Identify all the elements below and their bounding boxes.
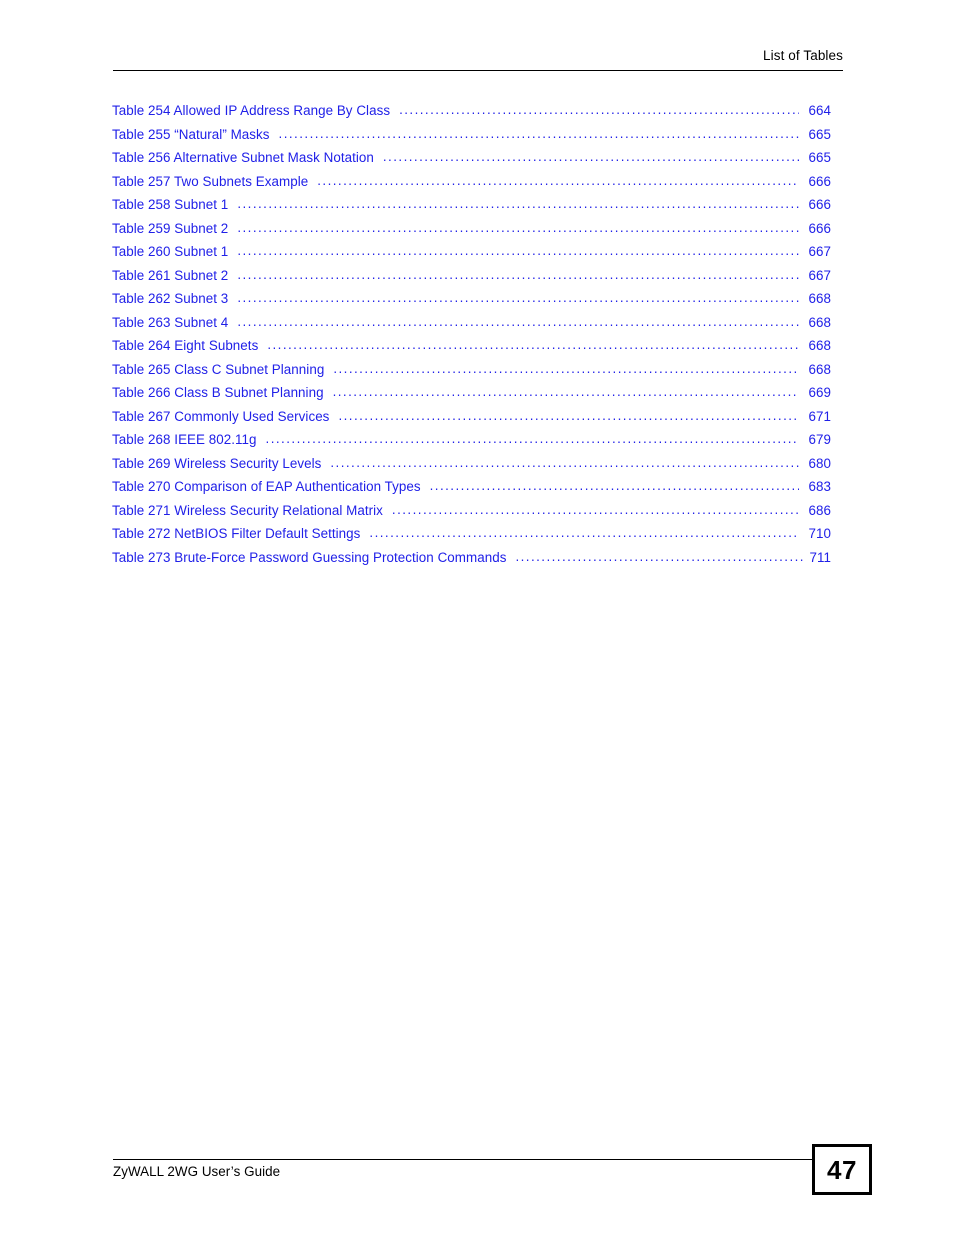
dot-leader [279,127,799,140]
document-page: List of Tables Table 254 Allowed IP Addr… [0,0,954,1235]
dot-leader [237,197,799,210]
entry-title: Table 263 Subnet 4 [112,314,229,330]
dot-leader [330,456,799,469]
entry-page-number: 686 [808,502,831,518]
entry-page-number: 667 [808,244,831,259]
entry-title: Table 270 Comparison of EAP Authenticati… [112,479,421,494]
dot-leader [392,503,799,516]
entry-page-number: 683 [808,479,831,494]
entry-title: Table 258 Subnet 1 [112,197,229,212]
list-of-tables-entry[interactable]: Table 269 Wireless Security Levels 680 [112,456,831,480]
list-of-tables-entry[interactable]: Table 260 Subnet 1 667 [112,244,831,268]
list-of-tables-entry[interactable]: Table 254 Allowed IP Address Range By Cl… [112,103,831,127]
list-of-tables-entry[interactable]: Table 258 Subnet 1 666 [112,197,831,221]
dot-leader [430,479,799,492]
list-of-tables-entry[interactable]: Table 273 Brute-Force Password Guessing … [112,550,831,574]
dot-leader [237,268,799,281]
list-of-tables-entry[interactable]: Table 267 Commonly Used Services 671 [112,409,831,433]
list-of-tables-entry[interactable]: Table 268 IEEE 802.11g 679 [112,432,831,456]
footer-divider [113,1159,813,1160]
entry-title: Table 265 Class C Subnet Planning [112,361,325,377]
dot-leader [267,338,799,351]
entry-page-number: 669 [808,385,831,400]
page-number: 47 [827,1154,857,1185]
dot-leader [333,362,799,375]
entry-page-number: 668 [808,291,831,306]
entry-page-number: 664 [808,103,831,118]
entry-page-number: 679 [808,432,831,447]
entry-page-number: 665 [808,150,831,165]
entry-title: Table 255 “Natural” Masks [112,126,270,142]
dot-leader [237,244,799,257]
entry-page-number: 666 [808,197,831,212]
list-of-tables-entry[interactable]: Table 257 Two Subnets Example 666 [112,174,831,198]
entry-page-number: 710 [808,526,831,541]
entry-title: Table 257 Two Subnets Example [112,173,309,189]
dot-leader [266,432,799,445]
entry-page-number: 668 [808,314,831,330]
entry-title: Table 272 NetBIOS Filter Default Setting… [112,526,361,541]
dot-leader [515,550,805,563]
entry-page-number: 666 [808,220,831,236]
entry-title: Table 264 Eight Subnets [112,338,259,353]
list-of-tables-entry[interactable]: Table 259 Subnet 2 666 [112,221,831,245]
entry-title: Table 261 Subnet 2 [112,267,229,283]
entry-title: Table 268 IEEE 802.11g [112,432,257,447]
list-of-tables-entry[interactable]: Table 263 Subnet 4 668 [112,315,831,339]
list-of-tables: Table 254 Allowed IP Address Range By Cl… [112,103,831,573]
list-of-tables-entry[interactable]: Table 265 Class C Subnet Planning 668 [112,362,831,386]
list-of-tables-entry[interactable]: Table 261 Subnet 2 667 [112,268,831,292]
dot-leader [333,385,799,398]
dot-leader [237,315,799,328]
list-of-tables-entry[interactable]: Table 256 Alternative Subnet Mask Notati… [112,150,831,174]
entry-page-number: 671 [808,408,831,424]
list-of-tables-entry[interactable]: Table 270 Comparison of EAP Authenticati… [112,479,831,503]
entry-page-number: 668 [808,338,831,353]
entry-title: Table 260 Subnet 1 [112,244,229,259]
dot-leader [237,221,799,234]
list-of-tables-entry[interactable]: Table 266 Class B Subnet Planning 669 [112,385,831,409]
page-number-box: 47 [812,1144,872,1195]
entry-title: Table 273 Brute-Force Password Guessing … [112,549,507,565]
entry-page-number: 668 [808,361,831,377]
dot-leader [237,291,799,304]
footer-document-title: ZyWALL 2WG User’s Guide [113,1164,281,1179]
dot-leader [399,103,799,116]
dot-leader [369,526,799,539]
entry-title: Table 259 Subnet 2 [112,220,229,236]
entry-page-number: 680 [808,455,831,471]
list-of-tables-entry[interactable]: Table 255 “Natural” Masks 665 [112,127,831,151]
entry-title: Table 256 Alternative Subnet Mask Notati… [112,150,374,165]
entry-title: Table 262 Subnet 3 [112,291,229,306]
entry-page-number: 711 [809,549,831,565]
header-divider [113,70,843,71]
list-of-tables-entry[interactable]: Table 264 Eight Subnets 668 [112,338,831,362]
dot-leader [338,409,799,422]
dot-leader [383,150,799,163]
running-header: List of Tables [113,47,843,65]
list-of-tables-entry[interactable]: Table 272 NetBIOS Filter Default Setting… [112,526,831,550]
dot-leader [317,174,799,187]
entry-title: Table 267 Commonly Used Services [112,408,330,424]
entry-page-number: 666 [808,173,831,189]
entry-page-number: 665 [808,126,831,142]
list-of-tables-entry[interactable]: Table 271 Wireless Security Relational M… [112,503,831,527]
header-title: List of Tables [763,48,843,63]
entry-title: Table 271 Wireless Security Relational M… [112,502,383,518]
entry-page-number: 667 [808,267,831,283]
list-of-tables-entry[interactable]: Table 262 Subnet 3 668 [112,291,831,315]
entry-title: Table 254 Allowed IP Address Range By Cl… [112,103,391,118]
entry-title: Table 266 Class B Subnet Planning [112,385,324,400]
entry-title: Table 269 Wireless Security Levels [112,455,322,471]
